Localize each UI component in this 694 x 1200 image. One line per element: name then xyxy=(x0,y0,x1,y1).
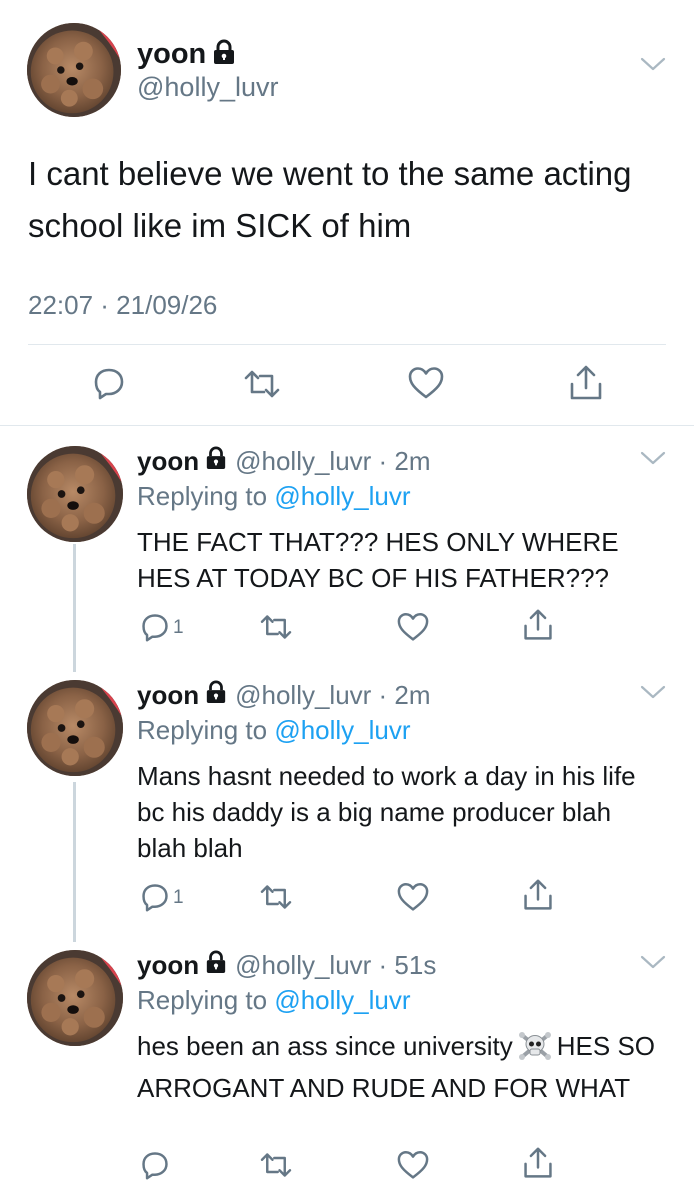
display-name[interactable]: yoon xyxy=(137,950,199,981)
lock-icon xyxy=(205,680,227,711)
reply-icon[interactable] xyxy=(140,882,170,917)
reply-text: hes been an ass since university HES SO A… xyxy=(137,1028,657,1106)
lock-icon xyxy=(205,950,227,981)
display-name[interactable]: yoon xyxy=(137,446,199,477)
divider xyxy=(28,344,666,345)
retweet-icon[interactable] xyxy=(258,883,294,916)
display-name[interactable]: yoon xyxy=(137,38,206,71)
chevron-down-icon[interactable] xyxy=(640,684,666,705)
author-name-row[interactable]: yoon xyxy=(137,38,236,71)
reply-icon[interactable] xyxy=(92,366,126,405)
reply-text-part: hes been an ass since university xyxy=(137,1031,513,1061)
reply-actions xyxy=(0,1147,694,1190)
avatar-image xyxy=(27,23,121,117)
retweet-icon[interactable] xyxy=(258,1151,294,1184)
reply-tweet[interactable]: yoon @holly_luvr · 2m Replying to @holly… xyxy=(0,660,694,935)
tweet-actions xyxy=(0,362,694,406)
avatar[interactable] xyxy=(27,680,123,776)
tweet-text: I cant believe we went to the same actin… xyxy=(28,155,632,244)
reply-count: 1 xyxy=(173,617,184,638)
reply-text: THE FACT THAT??? HES ONLY WHERE HES AT T… xyxy=(137,527,619,593)
share-icon[interactable] xyxy=(568,364,604,407)
replying-to-link[interactable]: @holly_luvr xyxy=(274,481,410,511)
avatar-image xyxy=(27,950,123,1046)
reply-tweet[interactable]: yoon @holly_luvr · 2m Replying to @holly… xyxy=(0,426,694,666)
share-icon[interactable] xyxy=(522,608,554,647)
avatar[interactable] xyxy=(27,950,123,1046)
replying-to: Replying to @holly_luvr xyxy=(137,985,411,1016)
tweet-timestamp[interactable]: 22:07 · 21/09/26 xyxy=(28,290,217,321)
replying-to-link[interactable]: @holly_luvr xyxy=(274,985,410,1015)
replying-prefix: Replying to xyxy=(137,715,268,745)
reply-icon[interactable] xyxy=(140,612,170,647)
retweet-icon[interactable] xyxy=(242,368,282,405)
display-name[interactable]: yoon xyxy=(137,680,199,711)
replying-to: Replying to @holly_luvr xyxy=(137,715,411,746)
reply-tweet[interactable]: yoon @holly_luvr · 51s Replying to @holl… xyxy=(0,930,694,1200)
handle-time[interactable]: @holly_luvr · 2m xyxy=(235,680,430,711)
skull-crossbones-emoji xyxy=(518,1031,551,1070)
author-row: yoon @holly_luvr · 2m xyxy=(137,680,431,711)
like-icon[interactable] xyxy=(397,882,429,917)
avatar[interactable] xyxy=(27,23,121,117)
share-icon[interactable] xyxy=(522,1146,554,1185)
replying-to: Replying to @holly_luvr xyxy=(137,481,411,512)
retweet-icon[interactable] xyxy=(258,613,294,646)
lock-icon xyxy=(205,446,227,477)
avatar-image xyxy=(27,680,123,776)
avatar-image xyxy=(27,446,123,542)
reply-text: Mans hasnt needed to work a day in his l… xyxy=(137,761,636,863)
replying-to-link[interactable]: @holly_luvr xyxy=(274,715,410,745)
reply-actions: 1 xyxy=(0,879,694,922)
chevron-down-icon[interactable] xyxy=(640,56,666,77)
like-icon[interactable] xyxy=(397,612,429,647)
author-row: yoon @holly_luvr · 2m xyxy=(137,446,431,477)
replying-prefix: Replying to xyxy=(137,985,268,1015)
handle-time[interactable]: @holly_luvr · 51s xyxy=(235,950,436,981)
main-tweet[interactable]: yoon @holly_luvr I cant believe we went … xyxy=(0,0,694,425)
handle-time[interactable]: @holly_luvr · 2m xyxy=(235,446,430,477)
lock-icon xyxy=(212,39,236,70)
reply-actions: 1 xyxy=(0,609,694,652)
share-icon[interactable] xyxy=(522,878,554,917)
chevron-down-icon[interactable] xyxy=(640,450,666,471)
reply-icon[interactable] xyxy=(140,1150,170,1185)
author-row: yoon @holly_luvr · 51s xyxy=(137,950,436,981)
author-handle[interactable]: @holly_luvr xyxy=(137,72,278,103)
avatar[interactable] xyxy=(27,446,123,542)
like-icon[interactable] xyxy=(408,366,444,405)
chevron-down-icon[interactable] xyxy=(640,954,666,975)
replying-prefix: Replying to xyxy=(137,481,268,511)
reply-count: 1 xyxy=(173,887,184,908)
like-icon[interactable] xyxy=(397,1150,429,1185)
